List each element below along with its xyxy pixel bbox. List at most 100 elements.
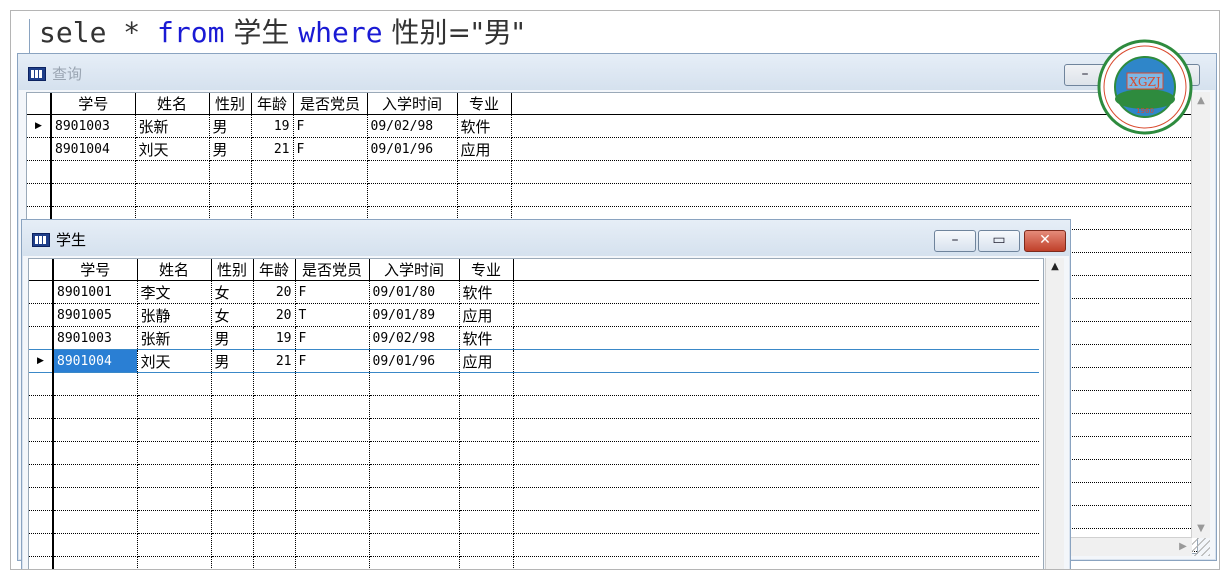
- cell-party[interactable]: F: [295, 326, 370, 350]
- scroll-up-arrow-icon[interactable]: ▲: [1046, 258, 1064, 276]
- cell-major[interactable]: 应用: [459, 303, 514, 327]
- cell-name[interactable]: 张新: [137, 326, 212, 350]
- empty-row: [29, 441, 1039, 465]
- scroll-up-arrow-icon[interactable]: ▲: [1192, 92, 1210, 110]
- scroll-right-arrow-icon[interactable]: ▶: [1174, 538, 1192, 556]
- cell-name[interactable]: 刘天: [137, 349, 212, 373]
- cell-major[interactable]: 软件: [459, 326, 514, 350]
- empty-row: [27, 160, 1197, 184]
- command-line[interactable]: sele * from 学生 where 性别="男": [39, 15, 525, 51]
- column-header[interactable]: 姓名: [137, 259, 212, 281]
- cell-name[interactable]: 李文: [137, 280, 212, 304]
- cell-id-selected[interactable]: 8901004: [53, 349, 138, 373]
- cell-major[interactable]: 应用: [457, 137, 512, 161]
- cell-sex[interactable]: 男: [211, 326, 254, 350]
- empty-row: [29, 487, 1039, 511]
- cell-sex[interactable]: 女: [211, 303, 254, 327]
- table-row[interactable]: 8901001 李文 女 20 F 09/01/80 软件: [29, 280, 1039, 304]
- column-header[interactable]: 年龄: [251, 93, 294, 115]
- column-header[interactable]: 专业: [459, 259, 514, 281]
- column-header[interactable]: 学号: [53, 259, 138, 281]
- column-header[interactable]: 学号: [51, 93, 136, 115]
- student-titlebar[interactable]: 学生 – ▭ ✕: [22, 220, 1070, 256]
- row-filler: [513, 280, 1039, 304]
- table-row[interactable]: 8901004 刘天 男 21 F 09/01/96 应用: [27, 137, 1197, 161]
- cell-date[interactable]: 09/01/96: [367, 137, 458, 161]
- cell-age[interactable]: 21: [251, 137, 294, 161]
- query-grid-header: 学号 姓名 性别 年龄 是否党员 入学时间 专业: [27, 93, 1197, 115]
- query-horizontal-scrollbar[interactable]: ▶: [1052, 537, 1192, 556]
- cell-name[interactable]: 张静: [137, 303, 212, 327]
- row-filler: [513, 303, 1039, 327]
- cell-name[interactable]: 刘天: [135, 137, 210, 161]
- cell-sex[interactable]: 女: [211, 280, 254, 304]
- empty-row: [29, 510, 1039, 534]
- resize-grip-icon[interactable]: [1192, 538, 1210, 556]
- cell-date[interactable]: 09/02/98: [369, 326, 460, 350]
- student-grid-area[interactable]: 学号 姓名 性别 年龄 是否党员 入学时间 专业 8901001 李文 女 20…: [28, 258, 1044, 569]
- table-row-current[interactable]: ▶ 8901004 刘天 男 21 F 09/01/96 应用: [29, 349, 1039, 373]
- column-header[interactable]: 是否党员: [295, 259, 370, 281]
- restore-button[interactable]: ▭: [978, 230, 1020, 252]
- cell-age[interactable]: 19: [253, 326, 296, 350]
- column-header[interactable]: 年龄: [253, 259, 296, 281]
- cell-date[interactable]: 09/02/98: [367, 114, 458, 138]
- cell-age[interactable]: 19: [251, 114, 294, 138]
- column-header[interactable]: 入学时间: [367, 93, 458, 115]
- cell-major[interactable]: 应用: [459, 349, 514, 373]
- cell-major[interactable]: 软件: [459, 280, 514, 304]
- row-selector[interactable]: [29, 280, 54, 304]
- minimize-button[interactable]: –: [934, 230, 976, 252]
- cell-party[interactable]: F: [293, 114, 368, 138]
- scroll-down-arrow-icon[interactable]: ▼: [1192, 520, 1210, 538]
- current-row-marker[interactable]: ▶: [27, 114, 52, 138]
- cell-age[interactable]: 20: [253, 303, 296, 327]
- cell-id[interactable]: 8901003: [51, 114, 136, 138]
- row-selector-header: [27, 93, 52, 115]
- close-button[interactable]: ✕: [1024, 230, 1066, 252]
- student-vertical-scrollbar[interactable]: ▲: [1045, 258, 1064, 569]
- row-selector[interactable]: [29, 303, 54, 327]
- column-header[interactable]: 性别: [211, 259, 254, 281]
- column-header[interactable]: 性别: [209, 93, 252, 115]
- cell-sex[interactable]: 男: [209, 114, 252, 138]
- student-window[interactable]: 学生 – ▭ ✕ 学号 姓名 性别 年龄 是否党员 入学时间 专业 890100…: [21, 219, 1071, 569]
- row-selector-header: [29, 259, 54, 281]
- cell-party[interactable]: F: [295, 280, 370, 304]
- cell-id[interactable]: 8901005: [53, 303, 138, 327]
- cell-id[interactable]: 8901001: [53, 280, 138, 304]
- cell-age[interactable]: 21: [253, 349, 296, 373]
- table-row[interactable]: 8901005 张静 女 20 T 09/01/89 应用: [29, 303, 1039, 327]
- row-filler: [511, 137, 1197, 161]
- cell-party[interactable]: T: [295, 303, 370, 327]
- cell-name[interactable]: 张新: [135, 114, 210, 138]
- current-row-marker[interactable]: ▶: [29, 349, 54, 373]
- school-logo-seal: XGZJ 1960: [1097, 39, 1193, 135]
- command-table-name: 学生: [224, 16, 299, 49]
- cell-date[interactable]: 09/01/80: [369, 280, 460, 304]
- cell-sex[interactable]: 男: [209, 137, 252, 161]
- column-header[interactable]: 入学时间: [369, 259, 460, 281]
- column-header[interactable]: 姓名: [135, 93, 210, 115]
- column-header[interactable]: 专业: [457, 93, 512, 115]
- empty-row: [27, 183, 1197, 207]
- cell-id[interactable]: 8901004: [51, 137, 136, 161]
- query-titlebar[interactable]: 查询 – ✕: [18, 54, 1216, 90]
- cell-major[interactable]: 软件: [457, 114, 512, 138]
- table-row[interactable]: 8901003 张新 男 19 F 09/02/98 软件: [29, 326, 1039, 350]
- cell-sex[interactable]: 男: [211, 349, 254, 373]
- cell-date[interactable]: 09/01/96: [369, 349, 460, 373]
- empty-row: [29, 556, 1039, 569]
- cell-party[interactable]: F: [293, 137, 368, 161]
- query-vertical-scrollbar[interactable]: ▲ ▼: [1191, 92, 1210, 538]
- row-selector[interactable]: [27, 137, 52, 161]
- cell-date[interactable]: 09/01/89: [369, 303, 460, 327]
- row-filler: [513, 349, 1039, 373]
- row-selector[interactable]: [29, 326, 54, 350]
- table-row[interactable]: ▶ 8901003 张新 男 19 F 09/02/98 软件: [27, 114, 1197, 138]
- column-header[interactable]: 是否党员: [293, 93, 368, 115]
- cell-age[interactable]: 20: [253, 280, 296, 304]
- student-grid: 学号 姓名 性别 年龄 是否党员 入学时间 专业 8901001 李文 女 20…: [29, 259, 1039, 569]
- cell-id[interactable]: 8901003: [53, 326, 138, 350]
- cell-party[interactable]: F: [295, 349, 370, 373]
